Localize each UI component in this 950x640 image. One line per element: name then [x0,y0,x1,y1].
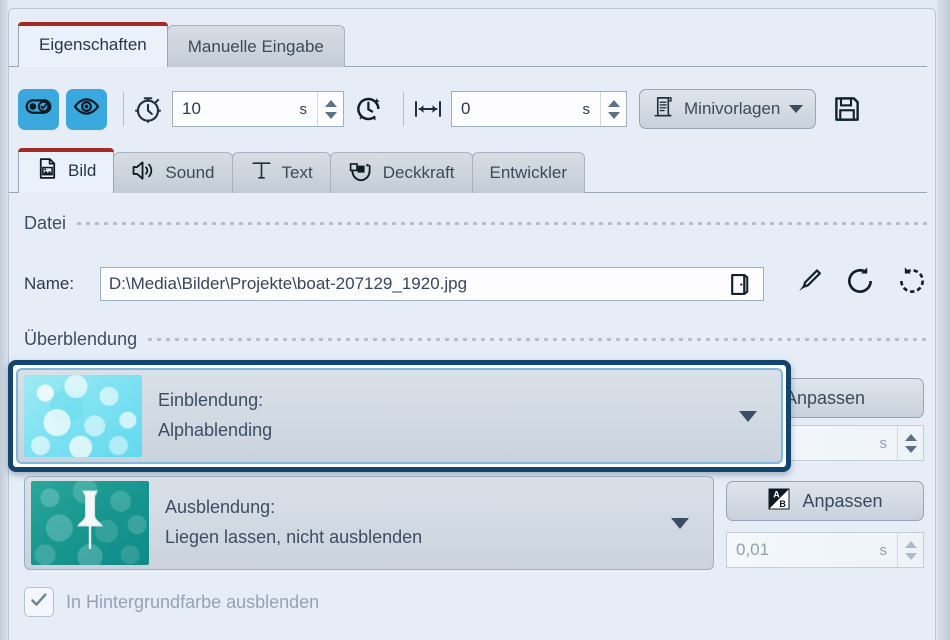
floppy-disk-icon[interactable] [832,94,862,124]
ab-contrast-icon: A B [767,487,791,516]
toggle-visible-button[interactable] [66,89,107,130]
stepper-down-icon[interactable] [905,553,917,560]
file-path-input[interactable]: D:\Media\Bilder\Projekte\boat-207129_192… [100,267,764,301]
left-gutter [0,0,8,640]
stepper-up-icon[interactable] [325,100,337,107]
duration-field[interactable]: 10 s [172,91,344,127]
subtab-deckkraft[interactable]: Deckkraft [330,152,473,193]
teal-pushpin-thumbnail [31,481,149,565]
subtab-label: Entwickler [490,163,567,183]
stopwatch-icon [133,94,163,124]
group-header-datei: Datei [24,213,928,234]
fade-out-combobox[interactable]: Ausblendung: Liegen lassen, nicht ausble… [24,476,714,570]
file-name-row: Name: D:\Media\Bilder\Projekte\boat-2071… [24,265,928,302]
tab-eigenschaften[interactable]: Eigenschaften [18,22,168,67]
fade-in-combobox[interactable]: Einblendung: Alphablending [16,368,783,464]
group-title: Überblendung [24,329,137,350]
paintbrush-icon[interactable] [794,266,824,301]
fade-out-adjust-label: Anpassen [802,491,882,512]
subtab-label: Deckkraft [383,163,455,183]
group-divider [148,338,928,341]
tab-label: Eigenschaften [39,35,147,55]
image-file-icon [36,157,59,185]
group-header-ueberblendung: Überblendung [24,329,928,350]
offset-stepper[interactable] [600,92,626,126]
open-folder-icon[interactable] [726,271,753,303]
duration-value: 10 [182,99,300,119]
toggle-enabled-button[interactable] [18,89,59,130]
fade-out-text: Ausblendung: Liegen lassen, nicht ausble… [165,493,422,553]
fade-in-adjust-label: Anpassen [785,388,865,409]
fade-out-duration-unit: s [880,542,898,559]
right-gutter [937,0,950,640]
fade-out-caption: Ausblendung: [165,493,422,523]
fade-in-caption: Einblendung: [158,386,272,416]
top-tabstrip: Eigenschaften Manuelle Eingabe [18,22,344,67]
stepper-up-icon[interactable] [905,434,917,441]
subtab-label: Text [282,163,313,183]
stepper-down-icon[interactable] [325,112,337,119]
name-label: Name: [24,274,100,294]
tab-label: Manuelle Eingabe [188,37,324,57]
stepper-down-icon[interactable] [905,446,917,453]
duration-stepper[interactable] [317,92,343,126]
fade-in-value: Alphablending [158,416,272,446]
rotate-clockwise-icon[interactable] [896,265,928,302]
duration-unit: s [300,101,318,118]
background-fade-checkbox[interactable] [24,587,54,617]
fade-out-duration-stepper[interactable] [897,533,923,567]
subtab-label: Sound [165,163,214,183]
tab-manuelle-eingabe[interactable]: Manuelle Eingabe [167,25,345,67]
text-t-icon [250,159,273,187]
fade-out-adjust-button[interactable]: A B Anpassen [726,481,924,521]
background-fade-checkbox-row[interactable]: In Hintergrundfarbe ausblenden [24,587,319,617]
toolbar-separator-2 [403,92,404,126]
properties-panel: Eigenschaften Manuelle Eingabe [0,0,950,640]
stepper-down-icon[interactable] [608,112,620,119]
chevron-down-icon[interactable] [671,518,689,529]
check-icon [29,590,49,615]
rotate-counterclockwise-icon[interactable] [844,265,876,302]
toolbar: 10 s 0 s [18,82,928,136]
minivorlagen-label: Minivorlagen [684,99,780,119]
file-path-value: D:\Media\Bilder\Projekte\boat-207129_192… [109,274,467,294]
template-list-icon [652,95,675,123]
background-fade-label: In Hintergrundfarbe ausblenden [66,592,319,613]
fade-in-duration-stepper[interactable] [897,426,923,460]
stepper-up-icon[interactable] [905,541,917,548]
subtab-text[interactable]: Text [232,152,331,193]
stepper-up-icon[interactable] [608,100,620,107]
subtab-sound[interactable]: Sound [113,152,232,193]
toggle-switch-check-icon [25,93,52,125]
clock-motion-icon[interactable] [354,94,384,124]
fade-in-text: Einblendung: Alphablending [158,386,272,446]
speaker-icon [131,159,156,187]
cyan-bubbles-thumbnail [24,375,142,457]
subtab-entwickler[interactable]: Entwickler [472,152,585,193]
svg-text:A: A [774,489,781,499]
fade-in-duration-unit: s [880,435,898,452]
offset-unit: s [583,101,601,118]
subtab-label: Bild [68,161,96,181]
group-title: Datei [24,213,66,234]
offset-value: 0 [461,99,583,119]
sub-tabstrip: Bild Sound Text [18,148,584,193]
fade-out-duration-field[interactable]: 0,01 s [726,532,924,568]
fade-in-focus-ring: Einblendung: Alphablending [8,360,791,472]
fade-out-value: Liegen lassen, nicht ausblenden [165,523,422,553]
fade-out-duration-value: 0,01 [736,540,880,560]
arrows-horizontal-icon [413,97,443,121]
toolbar-separator [123,92,124,126]
subtab-bild[interactable]: Bild [18,148,114,193]
minivorlagen-button[interactable]: Minivorlagen [639,89,816,129]
opacity-icon [348,159,374,188]
chevron-down-icon[interactable] [739,411,757,422]
chevron-down-icon [789,105,803,113]
group-divider [77,222,928,225]
eye-icon [73,93,100,125]
svg-text:B: B [780,499,787,509]
offset-field[interactable]: 0 s [451,91,627,127]
